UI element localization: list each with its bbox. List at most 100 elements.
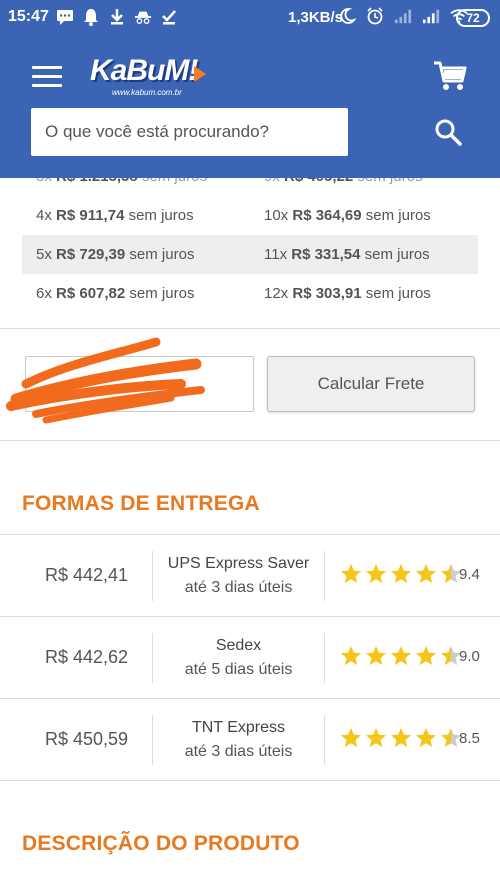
star-icon	[390, 645, 412, 667]
logo-url: www.kabum.com.br	[112, 88, 182, 97]
installment-option-right: 11x R$ 331,54 sem juros	[250, 246, 478, 263]
signal-weak-icon	[394, 7, 412, 25]
rating-score: 9.0	[459, 648, 480, 665]
installment-count: 4x	[36, 207, 52, 224]
installment-note: sem juros	[364, 246, 430, 263]
star-icon	[340, 563, 362, 585]
rating-stars	[340, 563, 462, 585]
star-icon	[365, 563, 387, 585]
checkmark-download-icon	[160, 8, 178, 26]
alarm-icon	[366, 7, 384, 25]
installment-value: R$ 729,39	[56, 246, 126, 263]
installment-count: 3x	[36, 178, 52, 185]
cep-input[interactable]	[25, 356, 254, 412]
installment-note: sem juros	[129, 246, 195, 263]
delivery-section-title: FORMAS DE ENTREGA	[22, 492, 260, 515]
download-icon	[108, 8, 126, 26]
star-icon	[390, 563, 412, 585]
rating-score: 8.5	[459, 730, 480, 747]
status-bar: 15:47 1,3KB/s 72	[0, 0, 500, 36]
installment-note: sem juros	[142, 178, 207, 185]
description-section-title[interactable]: DESCRIÇÃO DO PRODUTO	[22, 832, 300, 856]
star-icon	[415, 645, 437, 667]
delivery-price: R$ 442,62	[45, 647, 129, 667]
delivery-price: R$ 442,41	[45, 565, 129, 585]
installment-count: 10x	[264, 207, 289, 224]
divider	[0, 328, 500, 329]
signal-icon	[422, 7, 440, 25]
star-icon	[340, 727, 362, 749]
star-icon	[415, 563, 437, 585]
rating-stars	[340, 727, 462, 749]
header: KaBuM! www.kabum.com.br	[0, 36, 500, 178]
delivery-time: até 3 dias úteis	[184, 743, 293, 760]
installment-note: sem juros	[365, 207, 431, 224]
rating-score: 9.4	[459, 566, 480, 583]
installment-option-left: 5x R$ 729,39 sem juros	[22, 246, 250, 263]
installment-option-left: 6x R$ 607,82 sem juros	[22, 285, 250, 302]
installment-row: 6x R$ 607,82 sem juros 12x R$ 303,91 sem …	[22, 274, 478, 313]
search-input[interactable]	[31, 108, 348, 156]
star-icon	[365, 645, 387, 667]
installment-note: sem juros	[365, 285, 431, 302]
divider	[0, 440, 500, 441]
search-icon[interactable]	[432, 116, 468, 148]
calculate-freight-button[interactable]: Calcular Frete	[267, 356, 475, 412]
carrier-name: TNT Express	[191, 719, 286, 736]
battery-icon: 72	[456, 9, 490, 27]
battery-level: 72	[466, 11, 480, 25]
rating-stars	[340, 645, 462, 667]
star-icon	[415, 727, 437, 749]
installment-option-right: 9x R$ 405,22 sem juros	[250, 178, 478, 185]
logo-arrow-icon	[194, 66, 206, 82]
star-icon	[340, 645, 362, 667]
menu-icon[interactable]	[32, 66, 62, 88]
moon-icon	[338, 7, 356, 25]
network-speed: 1,3KB/s	[288, 9, 344, 26]
divider	[324, 633, 325, 683]
installment-note: sem juros	[357, 178, 422, 185]
incognito-icon	[134, 8, 152, 26]
installment-option-left: 4x R$ 911,74 sem juros	[22, 207, 250, 224]
installment-count: 5x	[36, 246, 52, 263]
installment-row: 4x R$ 911,74 sem juros 10x R$ 364,69 sem …	[22, 196, 478, 235]
star-icon	[365, 727, 387, 749]
installment-row: 5x R$ 729,39 sem juros 11x R$ 331,54 sem …	[22, 235, 478, 274]
installment-value: R$ 405,22	[284, 178, 353, 185]
delivery-option[interactable]: R$ 442,41 UPS Express Saver até 3 dias úte…	[0, 535, 500, 617]
installment-option-right: 10x R$ 364,69 sem juros	[250, 207, 478, 224]
installment-count: 11x	[264, 246, 288, 263]
installment-option-left: 3x R$ 1.215,58 sem juros	[22, 178, 250, 185]
installment-note: sem juros	[128, 207, 194, 224]
installment-note: sem juros	[129, 285, 195, 302]
installment-table: 3x R$ 1.215,58 sem juros9x R$ 405,22 sem…	[22, 178, 478, 313]
divider	[324, 551, 325, 601]
delivery-options-list: R$ 442,41 UPS Express Saver até 3 dias úte…	[0, 534, 500, 781]
installment-value: R$ 1.215,58	[56, 178, 138, 185]
installment-value: R$ 331,54	[291, 246, 361, 263]
delivery-price: R$ 450,59	[45, 729, 129, 749]
delivery-option[interactable]: R$ 450,59 TNT Express até 3 dias úteis 8.5	[0, 699, 500, 781]
delivery-option[interactable]: R$ 442,62 Sedex até 5 dias úteis 9.0	[0, 617, 500, 699]
installment-count: 6x	[36, 285, 52, 302]
kabum-logo[interactable]: KaBuM! www.kabum.com.br	[90, 54, 212, 100]
carrier-name: UPS Express Saver	[167, 555, 310, 572]
bell-icon	[82, 8, 100, 26]
installment-value: R$ 364,69	[292, 207, 362, 224]
installment-count: 12x	[264, 285, 289, 302]
installment-option-right: 12x R$ 303,91 sem juros	[250, 285, 478, 302]
logo-text: KaBuM!	[90, 54, 198, 87]
installment-value: R$ 607,82	[56, 285, 126, 302]
delivery-time: até 5 dias úteis	[184, 661, 293, 678]
star-icon	[390, 727, 412, 749]
cart-icon[interactable]	[432, 60, 468, 92]
status-time: 15:47	[8, 8, 49, 25]
installment-value: R$ 911,74	[56, 207, 125, 224]
delivery-time: até 3 dias úteis	[184, 579, 293, 596]
installment-row: 3x R$ 1.215,58 sem juros9x R$ 405,22 sem…	[22, 178, 478, 196]
carrier-name: Sedex	[215, 637, 262, 654]
message-icon	[56, 8, 74, 26]
divider	[324, 715, 325, 765]
installment-value: R$ 303,91	[292, 285, 362, 302]
installment-count: 9x	[264, 178, 280, 185]
